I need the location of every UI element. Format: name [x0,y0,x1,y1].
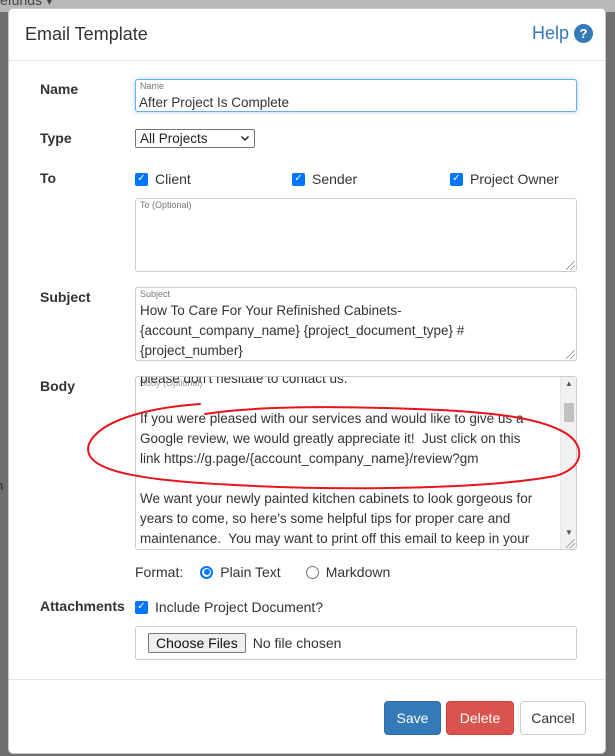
modal-title: Email Template [25,24,148,44]
resize-handle-icon[interactable] [566,350,575,359]
format-markdown-option[interactable]: Markdown [305,564,391,580]
name-float-label: Name [140,81,165,91]
file-input[interactable]: Choose Files No file chosen [135,626,577,660]
scroll-down-arrow-icon[interactable]: ▼ [565,528,573,537]
radio-selected-icon[interactable] [200,565,214,579]
recipient-sender[interactable]: ✓ Sender [292,171,357,187]
name-input[interactable]: Name After Project Is Complete [135,79,577,112]
subject-textarea[interactable]: Subject How To Care For Your Refinished … [135,287,577,361]
recipient-sender-label: Sender [312,171,358,187]
delete-button[interactable]: Delete [446,701,514,735]
subject-label: Subject [40,289,91,305]
resize-handle-icon[interactable] [566,539,575,548]
include-project-document[interactable]: ✓ Include Project Document? [135,599,323,615]
checkbox-checked-icon[interactable]: ✓ [135,600,148,614]
email-template-modal: Email Template Help ? Name Name After Pr… [8,8,606,754]
question-circle-icon: ? [574,24,593,43]
checkbox-checked-icon[interactable]: ✓ [292,172,305,186]
no-file-chosen-text: No file chosen [252,635,342,651]
backdrop-side-text: n [0,478,3,493]
recipient-project-owner[interactable]: ✓ Project Owner [450,171,559,187]
format-plain-text-label: Plain Text [220,564,281,580]
modal-footer: Save Delete Cancel [9,679,605,755]
recipient-client-label: Client [155,171,191,187]
modal-header: Email Template Help ? [9,9,605,61]
body-label: Body [40,378,75,394]
type-label: Type [40,130,72,146]
format-markdown-label: Markdown [325,564,391,580]
resize-handle-icon[interactable] [566,261,575,270]
name-value: After Project Is Complete [139,95,290,110]
scroll-up-arrow-icon[interactable]: ▲ [565,379,573,388]
recipient-project-owner-label: Project Owner [470,171,559,187]
save-button[interactable]: Save [384,701,441,735]
format-plain-text-option[interactable]: Plain Text [200,564,281,580]
to-label: To [40,170,57,186]
type-select[interactable]: All Projects [135,129,255,148]
cancel-button[interactable]: Cancel [520,701,586,735]
to-textarea[interactable]: To (Optional) [135,198,577,272]
radio-unselected-icon[interactable] [305,565,319,579]
choose-files-button[interactable]: Choose Files [148,633,246,653]
type-select-value: All Projects [140,131,208,146]
subject-value: How To Care For Your Refinished Cabinets… [140,303,465,358]
checkbox-checked-icon[interactable]: ✓ [135,172,148,186]
format-row: Format: Plain Text Markdown [135,564,390,580]
include-project-document-label: Include Project Document? [155,599,324,615]
subject-float-label: Subject [140,289,171,299]
red-annotation-circle [87,403,581,490]
recipient-client[interactable]: ✓ Client [135,171,191,187]
attachments-label: Attachments [40,598,125,614]
help-label: Help [531,23,569,43]
to-float-label: To (Optional) [140,200,192,210]
name-label: Name [40,81,79,97]
checkbox-checked-icon[interactable]: ✓ [450,172,463,186]
chevron-down-icon [240,130,250,153]
help-link[interactable]: Help ? [532,23,593,44]
format-label: Format: [135,564,184,580]
